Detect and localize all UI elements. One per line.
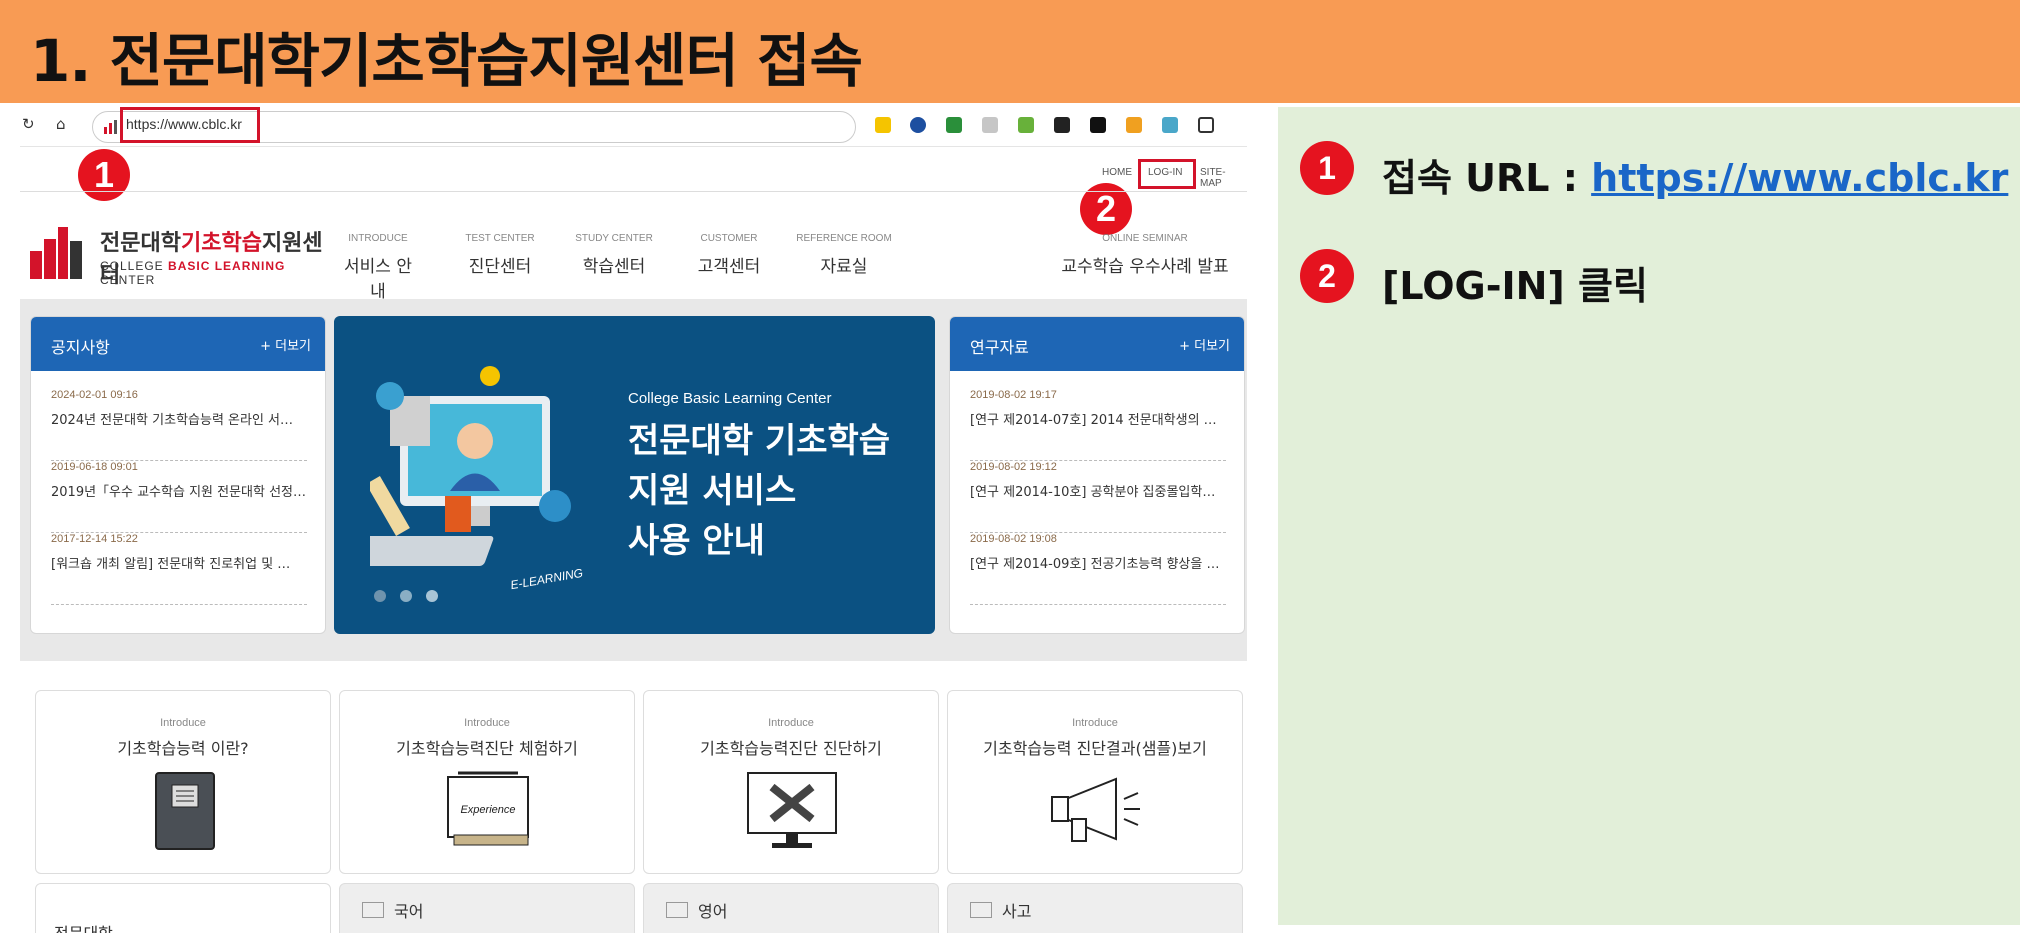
menu-item-study[interactable]: STUDY CENTER 학습센터 [574, 233, 654, 277]
reload-icon[interactable]: ↻ [22, 115, 35, 133]
extension-icon[interactable] [1018, 117, 1034, 133]
url-text[interactable]: https://www.cblc.kr [126, 116, 242, 132]
main-banner[interactable]: E-LEARNING College Basic Learning Center… [334, 316, 935, 634]
extension-icon[interactable] [875, 117, 891, 133]
book-icon [155, 772, 215, 850]
notice-item[interactable]: 2024-02-01 09:16 2024년 전문대학 기초학습능력 온라인 서… [51, 389, 307, 461]
intro-card[interactable]: Introduce 기초학습능력 이란? [35, 690, 331, 874]
research-panel: 연구자료 + 더보기 2019-08-02 19:17 [연구 제2014-07호]… [949, 316, 1245, 634]
step-label: [LOG-IN] 클릭 [1382, 264, 1648, 308]
carousel-dot[interactable] [400, 590, 412, 602]
research-title: 연구자료 [970, 338, 1029, 357]
megaphone-icon [1051, 777, 1140, 842]
header-divider [20, 191, 1247, 192]
step-badge-1: 1 [78, 149, 130, 201]
step-number: 1 [1300, 141, 1354, 195]
menu-item-reference[interactable]: REFERENCE ROOM 자료실 [794, 233, 894, 277]
e-learning-illustration [370, 366, 571, 566]
sitemap-link[interactable]: SITE-MAP [1200, 167, 1247, 189]
subject-icon [362, 902, 384, 918]
slide-title: 1. 전문대학기초학습지원센터 접속 [30, 27, 863, 95]
extension-icon[interactable] [1162, 117, 1178, 133]
menu-item-test[interactable]: TEST CENTER 진단센터 [460, 233, 540, 277]
logo-english-text: COLLEGE BASIC LEARNING CENTER [100, 259, 286, 287]
menu-item-seminar[interactable]: ONLINE SEMINAR 교수학습 우수사례 발표 [1060, 233, 1230, 277]
research-more-link[interactable]: + 더보기 [1179, 335, 1230, 354]
notice-item[interactable]: 2019-06-18 09:01 2019년「우수 교수학습 지원 전문대학 선정… [51, 461, 307, 533]
menu-item-customer[interactable]: CUSTOMER 고객센터 [689, 233, 769, 277]
notice-more-link[interactable]: + 더보기 [260, 335, 311, 354]
menu-item-service[interactable]: INTRODUCE 서비스 안내 [338, 233, 418, 302]
svg-text:Experience: Experience [460, 804, 515, 816]
home-icon[interactable]: ⌂ [56, 115, 66, 133]
subject-card-english[interactable]: 영어 [643, 883, 939, 933]
research-item[interactable]: 2019-08-02 19:17 [연구 제2014-07호] 2014 전문대학… [970, 389, 1226, 461]
slide-title-bar: 1. 전문대학기초학습지원센터 접속 [0, 0, 2020, 103]
extension-icon[interactable] [1126, 117, 1142, 133]
extension-icon[interactable] [982, 117, 998, 133]
extension-icon[interactable] [1054, 117, 1070, 133]
subject-card-korean[interactable]: 국어 [339, 883, 635, 933]
extension-icon[interactable] [946, 117, 962, 133]
research-item[interactable]: 2019-08-02 19:12 [연구 제2014-10호] 공학분야 집중몰입… [970, 461, 1226, 533]
extension-icon[interactable] [1090, 117, 1106, 133]
instruction-panel: 1 접속 URL : https://www.cblc.kr 2 [LOG-IN… [1278, 107, 2020, 925]
login-highlight-box [1138, 159, 1196, 189]
notice-panel: 공지사항 + 더보기 2024-02-01 09:16 2024년 전문대학 기초학… [30, 316, 326, 634]
bottom-card-college[interactable]: 전문대학 [35, 883, 331, 933]
step-number: 2 [1300, 249, 1354, 303]
experience-scroll-icon: Experience [447, 771, 529, 846]
site-logo[interactable]: 전문대학기초학습지원센터 COLLEGE BASIC LEARNING CENT… [28, 215, 338, 288]
site-url-link[interactable]: https://www.cblc.kr [1591, 156, 2008, 200]
browser-toolbar: ↻ ⌂ https://www.cblc.kr [20, 103, 1247, 147]
banner-heading: 전문대학 기초학습 지원 서비스 사용 안내 [628, 421, 891, 561]
main-content-area: 공지사항 + 더보기 2024-02-01 09:16 2024년 전문대학 기초학… [20, 299, 1247, 661]
intro-card[interactable]: Introduce 기초학습능력 진단결과(샘플)보기 [947, 690, 1243, 874]
subject-icon [970, 902, 992, 918]
carousel-dot[interactable] [374, 590, 386, 602]
intro-card[interactable]: Introduce 기초학습능력진단 체험하기 Experience [339, 690, 635, 874]
banner-subtitle: College Basic Learning Center [628, 390, 832, 407]
notice-title: 공지사항 [51, 338, 110, 357]
research-item[interactable]: 2019-08-02 19:08 [연구 제2014-09호] 전공기초능력 향상… [970, 533, 1226, 605]
carousel-dot[interactable] [426, 590, 438, 602]
website-screenshot: ↻ ⌂ https://www.cblc.kr 1 2 HOME LOG-IN … [20, 103, 1247, 933]
home-link[interactable]: HOME [1102, 167, 1132, 178]
subject-card-thinking[interactable]: 사고 [947, 883, 1243, 933]
notice-item[interactable]: 2017-12-14 15:22 [워크숍 개최 알림] 전문대학 진로취업 및 … [51, 533, 307, 605]
site-favicon-icon [104, 120, 117, 134]
intro-card[interactable]: Introduce 기초학습능력진단 진단하기 [643, 690, 939, 874]
cblc-logo-icon [30, 227, 82, 279]
extension-icon[interactable] [910, 117, 926, 133]
subject-icon [666, 902, 688, 918]
step-label: 접속 URL : [1382, 156, 1592, 200]
puzzle-icon[interactable] [1198, 117, 1214, 133]
monitor-pencil-icon [747, 772, 837, 848]
